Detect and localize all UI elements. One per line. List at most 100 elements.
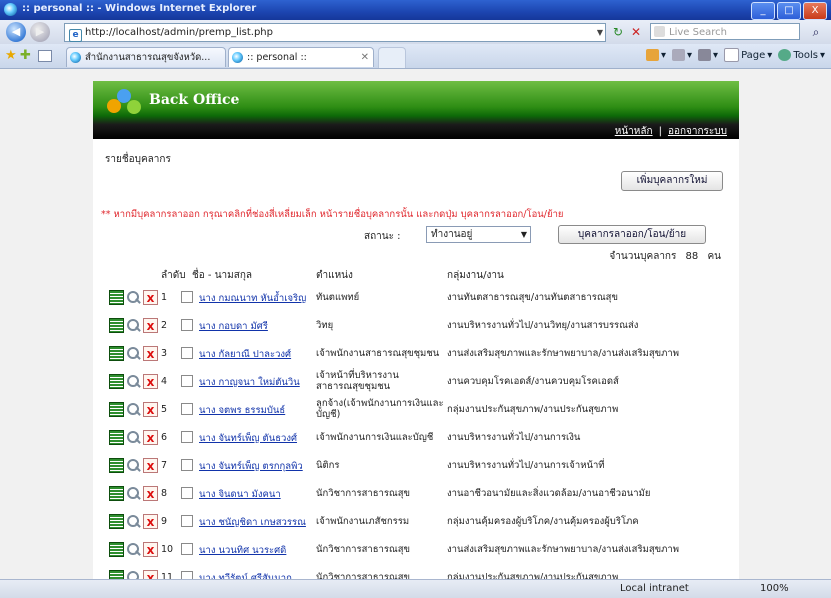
status-select[interactable]: ทำงานอยู่ ▼ xyxy=(426,226,531,243)
magnifier-icon[interactable] xyxy=(126,290,141,305)
magnifier-icon[interactable] xyxy=(126,542,141,557)
delete-icon[interactable]: x xyxy=(143,513,158,529)
tools-menu[interactable]: Tools ▾ xyxy=(778,49,825,61)
tab-office[interactable]: สำนักงานสาธารณสุขจังหวัด... xyxy=(66,47,226,67)
quick-tabs-icon[interactable] xyxy=(38,50,52,62)
staff-name-link[interactable]: นาง จินดนา มังคนา xyxy=(199,489,281,500)
magnifier-icon[interactable] xyxy=(126,318,141,333)
edit-icon[interactable] xyxy=(109,457,124,473)
row-checkbox[interactable] xyxy=(181,570,193,579)
delete-icon[interactable]: x xyxy=(143,541,158,557)
search-input[interactable]: Live Search xyxy=(650,23,800,40)
minimize-button[interactable]: _ xyxy=(751,2,775,20)
staff-name-link[interactable]: นาง จันทร์เพ็ญ ตันธวงศ์ xyxy=(199,433,297,444)
forward-arrow-icon[interactable]: ▶ xyxy=(30,22,50,42)
search-icon[interactable]: ⌕ xyxy=(806,24,826,40)
stop-icon[interactable]: ✕ xyxy=(628,24,644,40)
magnifier-icon[interactable] xyxy=(126,402,141,417)
edit-icon[interactable] xyxy=(109,429,124,445)
row-checkbox[interactable] xyxy=(181,486,193,499)
add-favorites-icon[interactable]: ✚ xyxy=(20,48,31,63)
magnifier-icon[interactable] xyxy=(126,374,141,389)
home-icon xyxy=(645,49,659,61)
row-name-cell: นาง นวนทิศ นวระศดิ xyxy=(181,535,316,563)
row-group: งานส่งเสริมสุขภาพและรักษาพยาบาล/งานส่งเส… xyxy=(447,347,679,359)
search-provider-icon xyxy=(654,26,665,37)
edit-icon[interactable] xyxy=(109,541,124,557)
row-position: วิทยุ xyxy=(316,319,334,331)
maximize-button[interactable]: □ xyxy=(777,2,801,20)
delete-icon[interactable]: x xyxy=(143,569,158,579)
row-position: ลูกจ้าง(เจ้าพนักงานการเงินและบัญชี) xyxy=(316,398,444,420)
staff-name-link[interactable]: นาง กาญจนา ใหม่ตันวิน xyxy=(199,377,300,388)
row-checkbox[interactable] xyxy=(181,290,193,303)
delete-icon[interactable]: x xyxy=(143,289,158,305)
magnifier-icon[interactable] xyxy=(126,346,141,361)
zoom-level[interactable]: 100% xyxy=(760,583,789,594)
chevron-down-icon[interactable]: ▼ xyxy=(597,24,603,41)
tab-personal[interactable]: :: personal :: ✕ xyxy=(228,47,374,67)
staff-name-link[interactable]: นาง จันทร์เพ็ญ ตรกกุลพิว xyxy=(199,461,303,472)
delete-icon[interactable]: x xyxy=(143,429,158,445)
row-number: 7 xyxy=(161,459,168,471)
row-name-cell: นาง กอบดา มัศรี xyxy=(181,311,316,339)
add-staff-button[interactable]: เพิ่มบุคลากรใหม่ xyxy=(621,171,723,191)
staff-name-link[interactable]: นาง กมณนาท หันอ้ำเจริญ xyxy=(199,293,306,304)
delete-icon[interactable]: x xyxy=(143,373,158,389)
row-checkbox[interactable] xyxy=(181,318,193,331)
home-link[interactable]: หน้าหลัก xyxy=(615,126,653,137)
delete-icon[interactable]: x xyxy=(143,345,158,361)
staff-name-link[interactable]: นาง กอบดา มัศรี xyxy=(199,321,268,332)
row-position: นักวิชาการสาธารณสุข xyxy=(316,543,411,555)
page-viewport[interactable]: Back Office หน้าหลัก | ออกจากระบบ รายชื่อบ… xyxy=(0,69,831,579)
edit-icon[interactable] xyxy=(109,317,124,333)
new-tab-button[interactable] xyxy=(378,47,406,68)
edit-icon[interactable] xyxy=(109,289,124,305)
staff-name-link[interactable]: นาง จตพร ธรรมบันธ์ xyxy=(199,405,285,416)
edit-icon[interactable] xyxy=(109,373,124,389)
edit-icon[interactable] xyxy=(109,485,124,501)
feeds-button[interactable]: ▾ xyxy=(672,49,692,61)
staff-leave-button[interactable]: บุคลากรลาออก/โอน/ย้าย xyxy=(558,225,706,244)
staff-name-link[interactable]: นาง นวนทิศ นวระศดิ xyxy=(199,545,286,556)
staff-name-link[interactable]: นาง กัลยาณี ปาละวงศ์ xyxy=(199,349,291,360)
staff-name-link[interactable]: นาง ชนัญชิดา เกษสวรรณ xyxy=(199,517,306,528)
close-button[interactable]: X xyxy=(803,2,827,20)
magnifier-icon[interactable] xyxy=(126,570,141,579)
row-group: งานทันตสาธารณสุข/งานทันตสาธารณสุข xyxy=(447,291,618,303)
back-arrow-icon[interactable]: ◀ xyxy=(6,22,26,42)
print-button[interactable]: ▾ xyxy=(698,49,718,61)
edit-icon[interactable] xyxy=(109,401,124,417)
home-button[interactable]: ▾ xyxy=(645,49,666,61)
refresh-icon[interactable]: ↻ xyxy=(610,24,626,40)
magnifier-icon[interactable] xyxy=(126,458,141,473)
favorites-star-icon[interactable]: ★ xyxy=(5,48,17,63)
edit-icon[interactable] xyxy=(109,513,124,529)
edit-icon[interactable] xyxy=(109,345,124,361)
delete-icon[interactable]: x xyxy=(143,317,158,333)
logout-link[interactable]: ออกจากระบบ xyxy=(668,126,727,137)
row-name-cell: นาง กัลยาณี ปาละวงศ์ xyxy=(181,339,316,367)
row-checkbox[interactable] xyxy=(181,542,193,555)
table-row: x 2 นาง กอบดา มัศรี วิทยุ งานบริหารงานทั่วไป… xyxy=(109,311,735,339)
edit-icon[interactable] xyxy=(109,569,124,579)
address-input[interactable]: e http://localhost/admin/premp_list.php ▼ xyxy=(64,23,606,42)
row-checkbox[interactable] xyxy=(181,374,193,387)
row-checkbox[interactable] xyxy=(181,346,193,359)
feeds-icon xyxy=(672,49,686,61)
row-checkbox[interactable] xyxy=(181,514,193,527)
close-tab-icon[interactable]: ✕ xyxy=(361,48,369,67)
delete-icon[interactable]: x xyxy=(143,485,158,501)
magnifier-icon[interactable] xyxy=(126,514,141,529)
magnifier-icon[interactable] xyxy=(126,486,141,501)
row-checkbox[interactable] xyxy=(181,402,193,415)
delete-icon[interactable]: x xyxy=(143,457,158,473)
magnifier-icon[interactable] xyxy=(126,430,141,445)
page-menu[interactable]: Page ▾ xyxy=(724,48,772,62)
row-group: งานบริหารงานทั่วไป/งานการเจ้าหน้าที่ xyxy=(447,459,605,471)
delete-icon[interactable]: x xyxy=(143,401,158,417)
row-actions: x xyxy=(109,339,161,367)
row-checkbox[interactable] xyxy=(181,458,193,471)
row-actions: x xyxy=(109,367,161,395)
row-checkbox[interactable] xyxy=(181,430,193,443)
